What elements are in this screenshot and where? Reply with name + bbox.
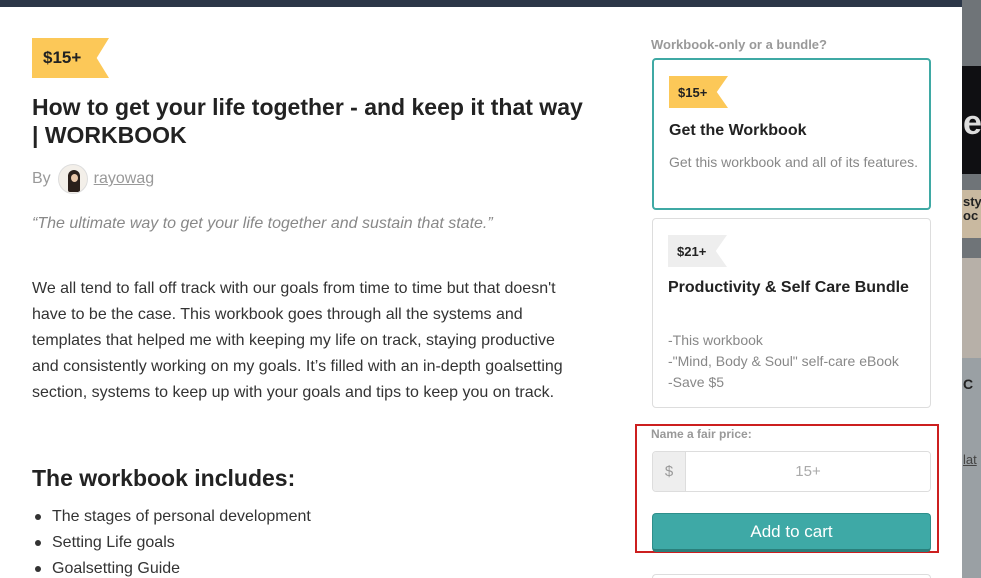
option-price: $21+ [677, 244, 707, 259]
list-item: Goalsetting Guide [32, 556, 311, 578]
background-image [962, 258, 981, 358]
byline: By rayowag [32, 164, 154, 194]
option-workbook-card[interactable]: $15+ Get the Workbook Get this workbook … [652, 58, 931, 210]
background-text: C [963, 376, 974, 392]
option-price: $15+ [678, 85, 708, 100]
list-item-text: Setting Life goals [52, 534, 175, 551]
option-detail-line: -"Mind, Body & Soul" self-care eBook [668, 353, 899, 369]
option-detail-line: -Save $5 [668, 374, 725, 390]
list-item-text: Goalsetting Guide [52, 560, 181, 577]
background-text: es [963, 104, 981, 142]
option-detail-line: -This workbook [668, 332, 763, 348]
product-modal: $15+ How to get your life together - and… [0, 7, 962, 578]
by-label: By [32, 170, 51, 187]
includes-list: The stages of personal development Setti… [32, 504, 311, 578]
fair-price-label: Name a fair price: [651, 427, 752, 441]
currency-prefix: $ [653, 452, 686, 491]
author-link[interactable]: rayowag [94, 170, 154, 188]
background-text: sty [963, 194, 981, 209]
background-page: es sty oc C lat [962, 0, 981, 578]
next-card [652, 574, 931, 578]
product-description: We all tend to fall off track with our g… [32, 280, 563, 401]
option-name: Get the Workbook [669, 122, 807, 139]
price-tag-label: $15+ [43, 48, 82, 67]
options-question: Workbook-only or a bundle? [651, 37, 827, 52]
includes-heading: The workbook includes: [32, 465, 296, 491]
list-item-text: The stages of personal development [52, 508, 311, 525]
background-text: oc [963, 208, 979, 223]
option-price-tag: $15+ [669, 76, 728, 108]
list-item: The stages of personal development [32, 504, 311, 530]
price-tag: $15+ [32, 38, 109, 78]
option-name: Productivity & Self Care Bundle [668, 279, 909, 296]
option-detail: -This workbook -"Mind, Body & Soul" self… [668, 330, 923, 393]
list-item: Setting Life goals [32, 530, 311, 556]
product-title: How to get your life together - and keep… [32, 94, 583, 148]
option-bundle-card[interactable]: $21+ Productivity & Self Care Bundle -Th… [652, 218, 931, 408]
price-input-group: $ [652, 451, 931, 492]
background-page-header [0, 0, 981, 7]
price-input[interactable] [686, 452, 930, 491]
option-price-tag: $21+ [668, 235, 727, 267]
add-to-cart-button[interactable]: Add to cart [652, 513, 931, 552]
product-quote: “The ultimate way to get your life toget… [32, 215, 493, 232]
option-detail: Get this workbook and all of its feature… [669, 154, 919, 170]
background-link: lat [963, 452, 977, 467]
author-avatar[interactable] [57, 164, 88, 194]
